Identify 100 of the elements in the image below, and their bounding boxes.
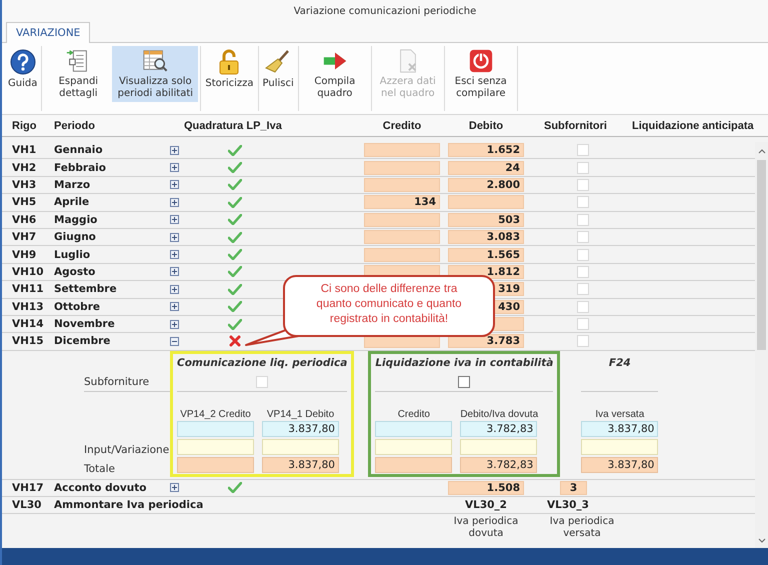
row-code: VH14	[12, 318, 45, 330]
toolbar-button[interactable]: Esci senza compilare	[446, 46, 515, 102]
column-label: VP14_2 Credito	[179, 408, 252, 420]
amount-field[interactable]: 3.782,83	[460, 420, 538, 437]
debit-field[interactable]	[448, 195, 524, 210]
period-name: Acconto dovuto	[54, 482, 148, 494]
toolbar-button[interactable]: Visualizza solo periodi abilitati	[112, 46, 198, 102]
column-header: Periodo	[54, 120, 96, 132]
row-code: VH2	[12, 162, 38, 174]
scroll-down-icon[interactable]	[758, 538, 766, 544]
amount-field[interactable]: 3.837,80	[262, 456, 339, 473]
group-title: Comunicazione liq. periodica	[177, 357, 348, 370]
period-name: Novembre	[54, 318, 116, 330]
debit-field[interactable]: 1.508	[448, 480, 524, 495]
expand-icon[interactable]	[170, 320, 178, 329]
amount-field[interactable]	[375, 420, 452, 437]
tab[interactable]: VARIAZIONE	[6, 22, 90, 43]
period-name: Luglio	[54, 248, 92, 261]
group-title: F24	[608, 357, 631, 370]
expand-icon[interactable]	[170, 284, 178, 294]
row-code: VH3	[12, 178, 38, 191]
debit-field[interactable]: 24	[448, 160, 524, 175]
credit-field[interactable]	[364, 212, 440, 227]
table-search-icon	[141, 48, 170, 74]
amount-field[interactable]	[581, 438, 658, 455]
credit-field[interactable]	[364, 230, 440, 244]
toolbar-button[interactable]: Espandi dettagli	[44, 46, 112, 102]
amount-field[interactable]: 3.837,80	[262, 420, 339, 437]
group-title: Liquidazione iva in contabilità	[375, 357, 554, 370]
period-name: Settembre	[54, 283, 118, 296]
credit-field[interactable]: 134	[364, 195, 440, 210]
credit-field[interactable]	[364, 160, 440, 175]
column-label: VP14_1 Debito	[266, 408, 336, 420]
column-header: Liquidazione anticipata	[632, 120, 755, 132]
help-icon	[8, 48, 37, 76]
credit-field[interactable]	[364, 143, 440, 158]
debit-field[interactable]: 2.800	[448, 178, 524, 192]
column-label: Iva versata	[594, 408, 646, 420]
expand-icon[interactable]	[170, 146, 178, 155]
row-label: Input/Variazione	[84, 444, 170, 456]
amount-field[interactable]	[375, 456, 452, 473]
row-code: VH1	[12, 144, 38, 156]
checkbox[interactable]	[458, 376, 470, 388]
expand-icon[interactable]	[170, 232, 178, 242]
amount-field[interactable]: 3.837,80	[581, 420, 658, 437]
amount-field[interactable]: 3.782,83	[460, 456, 538, 473]
period-name: Agosto	[54, 266, 96, 278]
period-name: Dicembre	[54, 335, 112, 348]
amount-field[interactable]	[375, 438, 452, 455]
debit-field[interactable]: 1.652	[448, 143, 524, 158]
collapse-icon[interactable]	[170, 336, 178, 346]
amount-field[interactable]: 3.837,80	[581, 456, 658, 473]
row-code: VH11	[12, 283, 45, 296]
toolbar-button[interactable]: Pulisci	[260, 46, 296, 102]
expand-icon[interactable]	[170, 483, 178, 492]
toolbar-button[interactable]: Guida	[6, 46, 40, 102]
expand-icon[interactable]	[170, 302, 178, 312]
row-code: VH5	[12, 196, 38, 208]
column-header: Subfornitori	[544, 120, 608, 132]
expand-icon[interactable]	[170, 198, 178, 207]
period-name: Ammontare Iva periodica	[54, 499, 204, 512]
expand-icon[interactable]	[170, 267, 178, 276]
amount-field[interactable]	[177, 438, 254, 455]
row-label: Totale	[84, 463, 115, 476]
scroll-up-icon[interactable]	[758, 148, 766, 154]
debit-field[interactable]: 503	[448, 212, 524, 227]
amount-field[interactable]	[177, 420, 254, 437]
code-label: VL30_2	[464, 499, 508, 512]
row-code: VH13	[12, 300, 45, 313]
credit-field[interactable]	[364, 248, 440, 262]
code-label: VL30_3	[546, 499, 590, 512]
toolbar-button[interactable]: Storicizza	[203, 46, 256, 102]
amount-field[interactable]	[177, 456, 254, 473]
column-header: Rigo	[12, 120, 38, 132]
column-header: Debito	[468, 120, 504, 132]
period-name: Gennaio	[54, 144, 104, 156]
expand-icon[interactable]	[170, 163, 178, 172]
row-code: VH6	[12, 214, 38, 226]
column-label: Debito/Iva dovuta	[460, 408, 538, 420]
expand-icon[interactable]	[170, 250, 178, 260]
tooltip-text: Ci sono delle differenze tra quanto comunicato e quanto registrato in contabilità!	[315, 282, 463, 327]
amount-field[interactable]	[460, 438, 538, 455]
column-header: Quadratura LP_Iva	[184, 120, 283, 132]
column-label: Credito	[396, 408, 431, 420]
column-header: Credito	[382, 120, 422, 132]
credit-field[interactable]	[364, 178, 440, 192]
row-code: VH10	[12, 266, 45, 278]
row-code: VH7	[12, 231, 38, 244]
toolbar-button[interactable]: Compila quadro	[300, 46, 369, 102]
subforniture-label: Subforniture	[84, 376, 150, 388]
debit-field[interactable]: 1.565	[448, 248, 524, 262]
window-title: Variazione comunicazioni periodiche	[294, 6, 476, 16]
amount-field[interactable]: 3	[560, 480, 587, 495]
period-name: Aprile	[54, 196, 90, 208]
period-name: Maggio	[54, 214, 98, 226]
expand-icon[interactable]	[170, 215, 178, 224]
period-name: Ottobre	[54, 300, 101, 313]
amount-field[interactable]	[262, 438, 339, 455]
debit-field[interactable]: 3.083	[448, 230, 524, 244]
expand-icon[interactable]	[170, 180, 178, 190]
